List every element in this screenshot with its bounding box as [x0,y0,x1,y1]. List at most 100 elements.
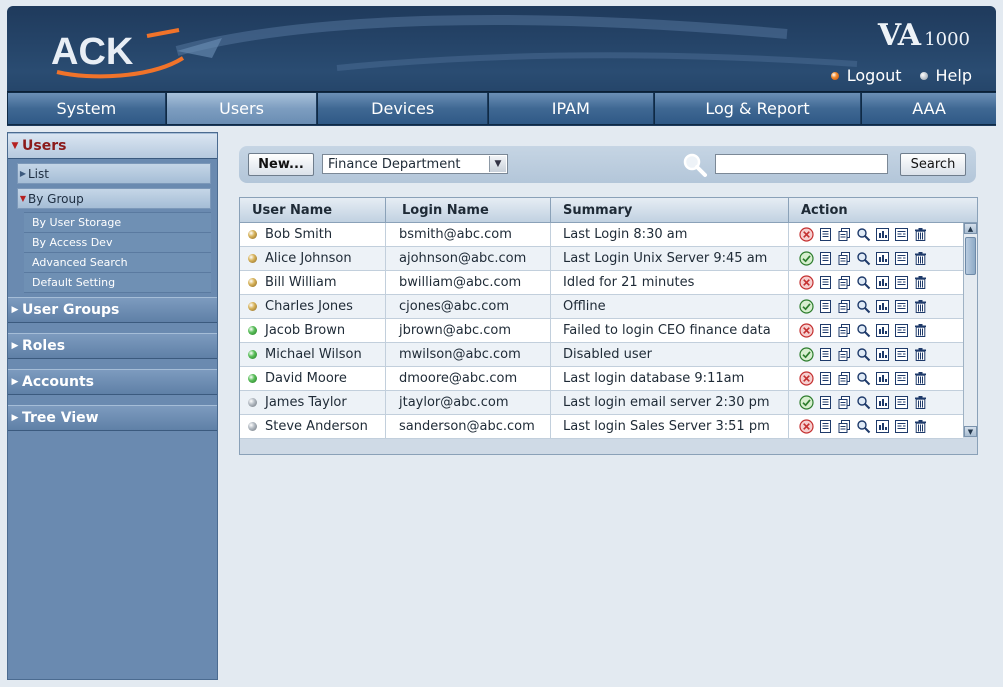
copy-icon[interactable] [837,323,852,338]
delete-icon[interactable] [913,347,928,362]
copy-icon[interactable] [837,395,852,410]
enable-icon[interactable] [799,395,814,410]
sidebar-item-by-user-storage[interactable]: By User Storage [24,212,211,233]
view-icon[interactable] [818,395,833,410]
search-icon[interactable] [856,347,871,362]
delete-icon[interactable] [913,227,928,242]
disable-icon[interactable] [799,275,814,290]
new-button[interactable]: New... [248,153,314,176]
tab-users[interactable]: Users [166,93,318,124]
view-icon[interactable] [818,371,833,386]
sidebar-item-users[interactable]: ▼ Users [8,133,217,159]
enable-icon[interactable] [799,299,814,314]
view-icon[interactable] [818,227,833,242]
delete-icon[interactable] [913,371,928,386]
form-icon[interactable] [894,251,909,266]
search-icon[interactable] [856,251,871,266]
sidebar-item-by-group[interactable]: ▼ By Group [17,188,211,209]
delete-icon[interactable] [913,419,928,434]
copy-icon[interactable] [837,347,852,362]
enable-icon[interactable] [799,251,814,266]
search-icon[interactable] [856,227,871,242]
disable-icon[interactable] [799,371,814,386]
table-row[interactable]: Bob Smith bsmith@abc.com Last Login 8:30 a… [240,223,963,247]
tab-ipam[interactable]: IPAM [489,93,654,124]
table-row[interactable]: Steve Anderson sanderson@abc.com Last logi… [240,415,963,439]
disable-icon[interactable] [799,227,814,242]
view-icon[interactable] [818,275,833,290]
copy-icon[interactable] [837,227,852,242]
col-header-login-name[interactable]: Login Name [386,198,551,222]
table-row[interactable]: Michael Wilson mwilson@abc.com Disabled us… [240,343,963,367]
help-link[interactable]: Help [919,66,972,85]
table-row[interactable]: David Moore dmoore@abc.com Last login data… [240,367,963,391]
report-icon[interactable] [875,275,890,290]
table-row[interactable]: Alice Johnson ajohnson@abc.com Last Login … [240,247,963,271]
form-icon[interactable] [894,275,909,290]
logout-link[interactable]: Logout [830,66,902,85]
sidebar-item-advanced-search[interactable]: Advanced Search [24,253,211,273]
search-icon[interactable] [856,395,871,410]
sidebar-item-by-access-dev[interactable]: By Access Dev [24,233,211,253]
delete-icon[interactable] [913,299,928,314]
view-icon[interactable] [818,347,833,362]
search-icon[interactable] [856,371,871,386]
col-header-summary[interactable]: Summary [551,198,789,222]
view-icon[interactable] [818,299,833,314]
form-icon[interactable] [894,299,909,314]
form-icon[interactable] [894,347,909,362]
report-icon[interactable] [875,419,890,434]
report-icon[interactable] [875,347,890,362]
sidebar-item-list[interactable]: ▶ List [17,163,211,184]
table-row[interactable]: Bill William bwilliam@abc.com Idled for 21… [240,271,963,295]
col-header-user-name[interactable]: User Name [240,198,386,222]
report-icon[interactable] [875,251,890,266]
table-row[interactable]: Charles Jones cjones@abc.com Offline [240,295,963,319]
search-icon[interactable] [856,299,871,314]
copy-icon[interactable] [837,419,852,434]
disable-icon[interactable] [799,323,814,338]
report-icon[interactable] [875,227,890,242]
search-icon[interactable] [856,275,871,290]
delete-icon[interactable] [913,395,928,410]
report-icon[interactable] [875,371,890,386]
search-button[interactable]: Search [900,153,966,176]
view-icon[interactable] [818,323,833,338]
sidebar-item-roles[interactable]: ▶ Roles [8,333,217,359]
table-scrollbar[interactable]: ▲ ▼ [963,223,977,437]
report-icon[interactable] [875,323,890,338]
scroll-thumb[interactable] [965,237,976,275]
tab-aaa[interactable]: AAA [862,93,996,124]
form-icon[interactable] [894,227,909,242]
sidebar-item-default-setting[interactable]: Default Setting [24,273,211,293]
sidebar-item-tree-view[interactable]: ▶ Tree View [8,405,217,431]
sidebar-item-user-groups[interactable]: ▶ User Groups [8,297,217,323]
table-row[interactable]: Jacob Brown jbrown@abc.com Failed to login… [240,319,963,343]
form-icon[interactable] [894,371,909,386]
search-icon[interactable] [856,323,871,338]
view-icon[interactable] [818,251,833,266]
form-icon[interactable] [894,419,909,434]
search-icon[interactable] [856,419,871,434]
form-icon[interactable] [894,395,909,410]
tab-log-report[interactable]: Log & Report [654,93,862,124]
scroll-up-icon[interactable]: ▲ [964,223,977,234]
tab-devices[interactable]: Devices [318,93,489,124]
copy-icon[interactable] [837,299,852,314]
group-select[interactable]: Finance Department ▼ [322,154,508,174]
disable-icon[interactable] [799,419,814,434]
copy-icon[interactable] [837,275,852,290]
tab-system[interactable]: System [8,93,166,124]
scroll-down-icon[interactable]: ▼ [964,426,977,437]
report-icon[interactable] [875,395,890,410]
delete-icon[interactable] [913,323,928,338]
delete-icon[interactable] [913,251,928,266]
delete-icon[interactable] [913,275,928,290]
report-icon[interactable] [875,299,890,314]
copy-icon[interactable] [837,371,852,386]
copy-icon[interactable] [837,251,852,266]
enable-icon[interactable] [799,347,814,362]
form-icon[interactable] [894,323,909,338]
sidebar-item-accounts[interactable]: ▶ Accounts [8,369,217,395]
search-input[interactable] [715,154,888,174]
